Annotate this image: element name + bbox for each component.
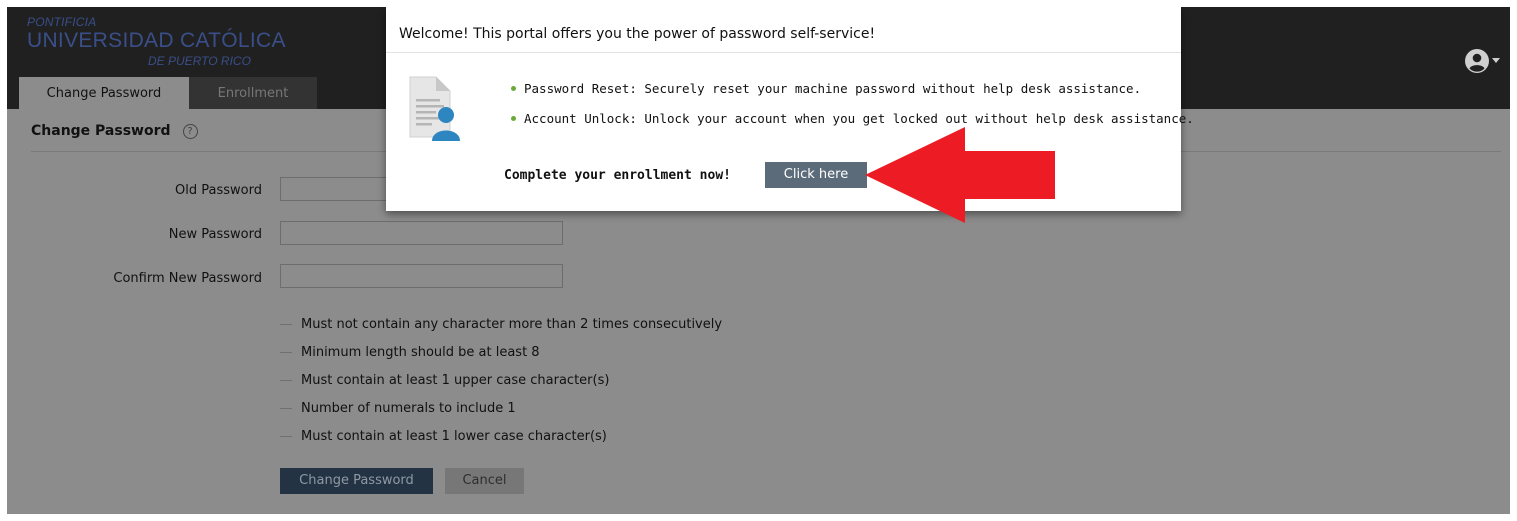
modal-divider — [386, 52, 1181, 53]
dash-icon — [280, 407, 292, 409]
caret-down-icon — [1492, 58, 1500, 64]
brand-line-1: PONTIFICIA — [27, 15, 97, 29]
dash-icon — [280, 323, 292, 325]
bullet-password-reset: Password Reset: Securely reset your mach… — [511, 81, 1141, 96]
red-arrow-icon — [865, 127, 1055, 227]
modal-title: Welcome! This portal offers you the powe… — [399, 26, 876, 42]
password-rule: Number of numerals to include 1 — [280, 394, 722, 422]
tab-bar: Change Password Enrollment — [19, 77, 317, 109]
bullet-account-unlock: Account Unlock: Unlock your account when… — [511, 111, 1194, 126]
password-rules: Must not contain any character more than… — [280, 310, 722, 450]
dash-icon — [280, 435, 292, 437]
cancel-button[interactable]: Cancel — [445, 468, 524, 494]
new-password-input[interactable] — [280, 221, 563, 245]
document-user-icon — [408, 75, 460, 149]
password-rule: Must not contain any character more than… — [280, 310, 722, 338]
password-rule: Must contain at least 1 lower case chara… — [280, 422, 722, 450]
tab-change-password[interactable]: Change Password — [19, 77, 189, 109]
app-frame: PONTIFICIA UNIVERSIDAD CATÓLICA DE PUERT… — [7, 7, 1510, 514]
page-heading: Change Password ? — [31, 123, 198, 139]
page-title: Change Password — [31, 123, 171, 139]
rule-text: Must contain at least 1 upper case chara… — [301, 372, 610, 388]
confirm-password-label: Confirm New Password — [113, 271, 262, 286]
rule-text: Must not contain any character more than… — [301, 316, 723, 332]
confirm-password-input[interactable] — [280, 264, 563, 288]
password-rule: Minimum length should be at least 8 — [280, 338, 722, 366]
new-password-label: New Password — [168, 227, 262, 242]
dash-icon — [280, 351, 292, 353]
rule-text: Must contain at least 1 lower case chara… — [301, 428, 607, 444]
enrollment-prompt: Complete your enrollment now! — [504, 168, 731, 183]
password-rule: Must contain at least 1 upper case chara… — [280, 366, 722, 394]
brand-line-2: UNIVERSIDAD CATÓLICA — [27, 29, 286, 52]
click-here-button[interactable]: Click here — [765, 162, 867, 188]
rule-text: Minimum length should be at least 8 — [301, 344, 540, 360]
rule-text: Number of numerals to include 1 — [301, 400, 516, 416]
brand-line-3: DE PUERTO RICO — [148, 54, 251, 68]
old-password-label: Old Password — [175, 183, 262, 198]
tab-enrollment[interactable]: Enrollment — [189, 77, 317, 109]
user-circle-icon — [1465, 49, 1489, 73]
bullet-dot-icon — [511, 86, 516, 91]
dash-icon — [280, 379, 292, 381]
change-password-button[interactable]: Change Password — [280, 468, 433, 494]
user-menu[interactable] — [1465, 49, 1500, 73]
bullet-text: Account Unlock: Unlock your account when… — [524, 111, 1194, 126]
bullet-dot-icon — [511, 116, 516, 121]
bullet-text: Password Reset: Securely reset your mach… — [524, 81, 1142, 96]
welcome-modal: Welcome! This portal offers you the powe… — [386, 7, 1194, 211]
question-circle-icon[interactable]: ? — [182, 123, 198, 139]
